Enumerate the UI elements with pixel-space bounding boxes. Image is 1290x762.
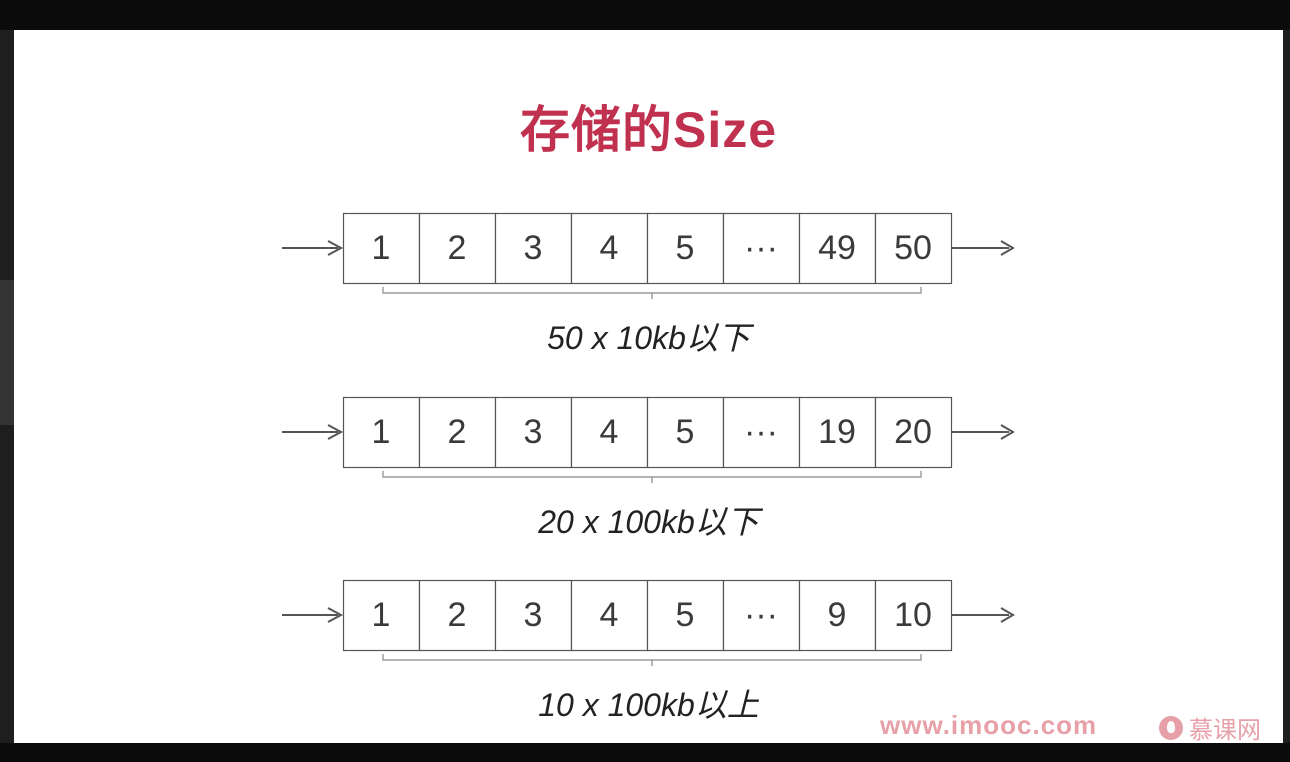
brace-line xyxy=(382,471,922,483)
queue-cell-label: 3 xyxy=(523,228,543,267)
right-edge-panel xyxy=(1283,30,1290,743)
queue-cell-label: 5 xyxy=(675,228,695,267)
queue-cell-label: 1 xyxy=(371,412,391,451)
brand-name: 慕课网 xyxy=(1189,717,1261,744)
queue-cell-label: 3 xyxy=(523,595,543,634)
queue-cell-label: 2 xyxy=(447,595,467,634)
queue-cell-label: ··· xyxy=(744,228,778,267)
queue-cell-label: 2 xyxy=(447,412,467,451)
queue-cell-label: 10 xyxy=(894,595,932,634)
top-letterbox-bar xyxy=(0,0,1290,30)
queue-cell-label: 1 xyxy=(371,595,391,634)
queue-row-2: 20 x 100kb以下 1 2 3 4 5 ··· 19 20 xyxy=(14,396,1283,547)
flame-logo-icon xyxy=(1159,715,1183,740)
queue-cell-label: 4 xyxy=(599,595,619,634)
left-edge-tab[interactable] xyxy=(0,280,14,425)
queue-cell-label: 2 xyxy=(447,228,467,267)
brace-line xyxy=(382,654,922,666)
queue-cell-label: 4 xyxy=(599,228,619,267)
queue-cell-label: ··· xyxy=(744,595,778,634)
queue-cell-label: 20 xyxy=(894,412,932,451)
queue-cell-label: 5 xyxy=(675,412,695,451)
bottom-letterbox-bar xyxy=(0,743,1290,762)
site-watermark: www.imooc.com xyxy=(880,710,1098,740)
queue-row-3: 10 x 100kb以上 1 2 3 4 5 ··· 9 10 xyxy=(14,579,1283,730)
brand-watermark: 慕课网 xyxy=(1159,710,1261,745)
queue-cell-label: ··· xyxy=(744,412,778,451)
queue-caption-1: 50 x 10kb以下 xyxy=(547,320,750,356)
queue-cell-label: 3 xyxy=(523,412,543,451)
queue-cell-label: 1 xyxy=(371,228,391,267)
queue-cell-label: 4 xyxy=(599,412,619,451)
queue-cell-label: 9 xyxy=(827,595,847,634)
queue-caption-2: 20 x 100kb以下 xyxy=(538,504,759,540)
queue-cell-label: 5 xyxy=(675,595,695,634)
slide-title: 存储的Size xyxy=(519,102,778,158)
queue-row-1: 50 x 10kb以下 1 2 3 4 5 ··· 49 50 xyxy=(14,212,1283,363)
brace-line xyxy=(382,287,922,299)
queue-cell-label: 50 xyxy=(894,228,932,267)
queue-cell-label: 19 xyxy=(818,412,856,451)
slide: 存储的Size 50 x 10kb以下 1 2 3 4 5 ··· 49 50 20 x 10… xyxy=(14,30,1283,745)
queue-cell-label: 49 xyxy=(818,228,856,267)
